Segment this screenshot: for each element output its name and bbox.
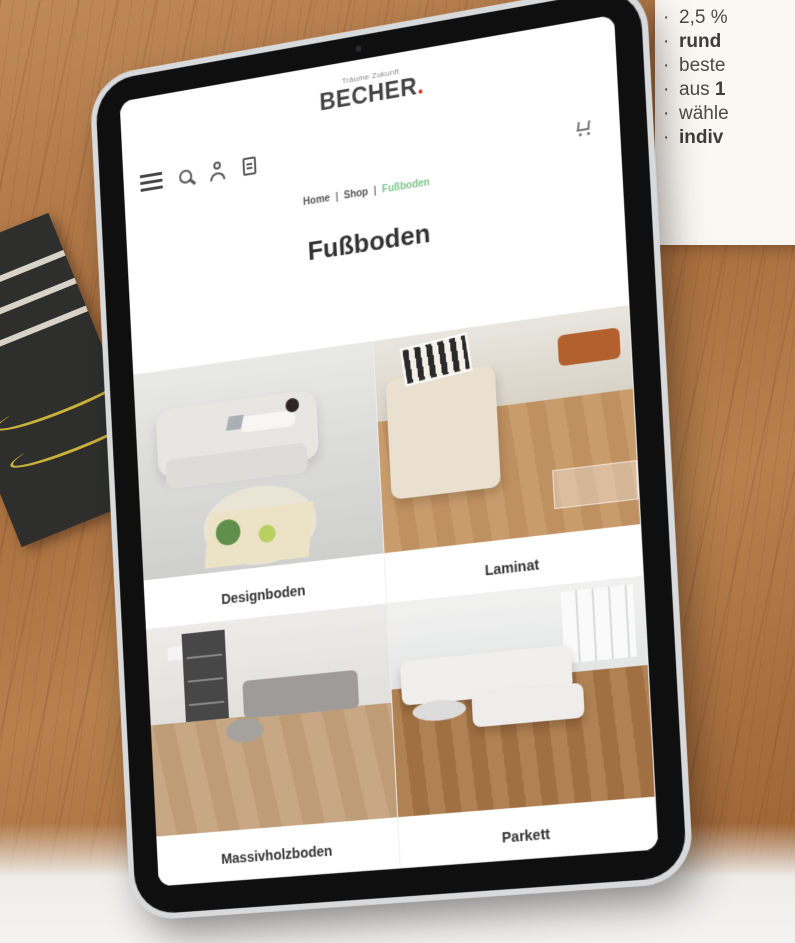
category-tile-designboden[interactable]: Designboden	[133, 340, 388, 631]
tablet-screen: Träume Zukunft BECHER. Home | Shop | Fuß…	[119, 14, 659, 887]
page-title: Fußboden	[306, 217, 431, 267]
breadcrumb-home[interactable]: Home	[303, 193, 330, 208]
info-item: indiv	[663, 126, 795, 150]
breadcrumb-separator: |	[373, 185, 377, 197]
info-card: 2,5 % rund beste aus 1 wähle indiv	[655, 0, 795, 245]
user-icon[interactable]	[208, 160, 226, 182]
breadcrumb-current: Fußboden	[381, 177, 430, 196]
category-tile-laminat[interactable]: Laminat	[373, 305, 644, 605]
nav-icons	[139, 152, 257, 196]
tablet-device: Träume Zukunft BECHER. Home | Shop | Fuß…	[94, 0, 688, 916]
info-list: 2,5 % rund beste aus 1 wähle indiv	[655, 6, 795, 150]
category-label[interactable]: Massivholzboden	[157, 837, 399, 871]
menu-icon[interactable]	[139, 168, 163, 196]
category-image[interactable]	[146, 604, 398, 837]
category-tile-massivholzboden[interactable]: Massivholzboden	[146, 604, 401, 887]
cart-icon[interactable]	[574, 118, 593, 137]
search-icon[interactable]	[178, 168, 193, 185]
category-label[interactable]: Parkett	[399, 817, 656, 853]
breadcrumb-shop[interactable]: Shop	[344, 187, 369, 202]
camera-icon	[355, 45, 362, 53]
brand-logo[interactable]: Träume Zukunft BECHER.	[318, 63, 425, 117]
info-item: 2,5 %	[663, 6, 795, 30]
category-tile-parkett[interactable]: Parkett	[387, 576, 659, 869]
info-item: wähle	[663, 102, 795, 126]
category-grid: Designboden Laminat Massivholzboden Park…	[133, 305, 659, 887]
breadcrumb-separator: |	[335, 191, 339, 204]
category-image[interactable]	[387, 576, 655, 818]
category-image[interactable]	[373, 305, 641, 554]
info-item: beste	[663, 54, 795, 78]
category-image[interactable]	[133, 341, 384, 581]
info-item: rund	[663, 30, 795, 54]
wishlist-icon[interactable]	[242, 155, 257, 176]
info-item: aus 1	[663, 78, 795, 102]
